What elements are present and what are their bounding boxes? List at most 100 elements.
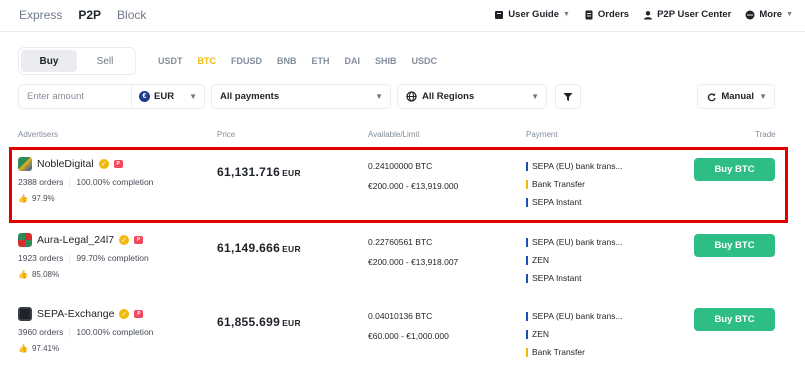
payments-label: All payments <box>220 91 280 102</box>
tab-p2p[interactable]: P2P <box>78 8 101 22</box>
p2p-user-center-link[interactable]: P2P User Center <box>643 9 731 20</box>
avatar <box>18 233 32 247</box>
table-row: Aura-Legal_24l7 ✓ P 1923 orders 99.70% c… <box>18 233 778 303</box>
advertiser-name[interactable]: Aura-Legal_24l7 <box>37 234 114 246</box>
payment-color-bar <box>526 347 528 357</box>
payment-method: SEPA (EU) bank trans... <box>526 237 623 247</box>
available-amount: 0.04010136 BTC <box>368 311 433 321</box>
payment-color-bar <box>526 329 528 339</box>
asset-eth[interactable]: ETH <box>312 56 330 66</box>
rating: 85.08% <box>31 270 60 279</box>
sort-label: Manual <box>721 91 755 102</box>
sort-select[interactable]: Manual ▼ <box>697 84 775 109</box>
limit-range: €60.000 - €1,000.000 <box>368 331 449 341</box>
table-row: SEPA-Exchange ✓ P 3960 orders 100.00% co… <box>18 307 778 369</box>
amount-input[interactable] <box>19 91 131 102</box>
user-guide-link[interactable]: User Guide ▼ <box>494 9 570 20</box>
funnel-icon <box>563 92 573 101</box>
more-dots-icon <box>745 10 755 19</box>
price-value: 61,855.699 <box>217 315 281 329</box>
buy-btc-button[interactable]: Buy BTC <box>694 234 775 257</box>
mode-tabs: Express P2P Block <box>19 8 146 22</box>
buy-btc-button[interactable]: Buy BTC <box>694 308 775 331</box>
advertiser-info: Aura-Legal_24l7 ✓ P 1923 orders 99.70% c… <box>18 233 149 279</box>
eur-flag-icon: € <box>139 91 150 102</box>
asset-selector: USDT BTC FDUSD BNB ETH DAI SHIB USDC <box>158 56 437 66</box>
refresh-icon <box>707 92 716 101</box>
payment-method: ZEN <box>526 329 623 339</box>
pro-badge-icon: P <box>134 236 144 244</box>
available-amount: 0.22760561 BTC <box>368 237 433 247</box>
thumbs-up-icon: 👍 <box>18 344 28 353</box>
payment-color-bar <box>526 311 528 321</box>
tab-block[interactable]: Block <box>117 8 146 22</box>
asset-btc[interactable]: BTC <box>198 56 217 66</box>
order-count: 1923 orders <box>18 253 64 263</box>
payment-color-bar <box>526 237 528 247</box>
stat-divider <box>69 253 71 263</box>
chevron-down-icon: ▼ <box>759 92 767 101</box>
price-currency: EUR <box>282 244 301 254</box>
price: 61,149.666 EUR <box>217 241 301 255</box>
payments-select[interactable]: All payments ▼ <box>211 84 391 109</box>
asset-dai[interactable]: DAI <box>345 56 361 66</box>
limit-range: €200.000 - €13,918.007 <box>368 257 459 267</box>
header-price: Price <box>217 130 236 139</box>
nav-links: User Guide ▼ Orders P2P User Center More… <box>494 9 793 20</box>
currency-select[interactable]: € EUR ▼ <box>132 91 204 102</box>
chevron-down-icon: ▼ <box>562 11 570 18</box>
header-payment: Payment <box>526 130 558 139</box>
payment-color-bar <box>526 273 528 283</box>
more-label: More <box>759 9 783 20</box>
currency-label: EUR <box>154 91 175 102</box>
payment-method: SEPA (EU) bank trans... <box>526 311 623 321</box>
order-count: 3960 orders <box>18 327 64 337</box>
payment-methods: SEPA (EU) bank trans... ZEN SEPA Instant <box>526 237 623 291</box>
orders-icon <box>585 10 593 19</box>
price-currency: EUR <box>282 318 301 328</box>
pro-badge-icon: P <box>134 310 144 318</box>
asset-usdt[interactable]: USDT <box>158 56 183 66</box>
completion-rate: 99.70% completion <box>76 253 149 263</box>
advertiser-info: SEPA-Exchange ✓ P 3960 orders 100.00% co… <box>18 307 153 353</box>
chevron-down-icon: ▼ <box>786 11 793 18</box>
verified-check-icon: ✓ <box>119 309 130 319</box>
verified-check-icon: ✓ <box>119 235 130 245</box>
price: 61,855.699 EUR <box>217 315 301 329</box>
header-advertisers: Advertisers <box>18 130 59 139</box>
regions-select[interactable]: All Regions ▼ <box>397 84 547 109</box>
avatar <box>18 307 32 321</box>
highlight-annotation-box <box>9 147 788 223</box>
sell-toggle-button[interactable]: Sell <box>77 50 133 72</box>
book-icon <box>495 10 504 19</box>
header-trade: Trade <box>755 130 776 139</box>
filter-button[interactable] <box>555 84 581 109</box>
availability: 0.22760561 BTC €200.000 - €13,918.007 <box>368 237 458 267</box>
buy-sell-toggle: Buy Sell <box>18 47 136 75</box>
regions-label: All Regions <box>422 91 475 102</box>
asset-fdusd[interactable]: FDUSD <box>231 56 262 66</box>
header-available-limit: Available/Limit <box>368 130 420 139</box>
orders-label: Orders <box>597 9 630 20</box>
payment-method: ZEN <box>526 255 623 265</box>
payment-methods: SEPA (EU) bank trans... ZEN Bank Transfe… <box>526 311 623 365</box>
advertiser-name[interactable]: SEPA-Exchange <box>37 308 114 320</box>
availability: 0.04010136 BTC €60.000 - €1,000.000 <box>368 311 449 341</box>
chevron-down-icon: ▼ <box>531 92 539 101</box>
orders-link[interactable]: Orders <box>584 9 629 20</box>
rating: 97.41% <box>31 344 60 353</box>
asset-usdc[interactable]: USDC <box>412 56 438 66</box>
asset-shib[interactable]: SHIB <box>375 56 397 66</box>
stat-divider <box>69 327 71 337</box>
user-guide-label: User Guide <box>508 9 559 20</box>
more-menu[interactable]: More ▼ <box>745 9 793 20</box>
asset-bnb[interactable]: BNB <box>277 56 297 66</box>
top-navigation: Express P2P Block User Guide ▼ Orders P2… <box>0 0 805 30</box>
price-value: 61,149.666 <box>217 241 281 255</box>
buy-toggle-button[interactable]: Buy <box>21 50 77 72</box>
tab-express[interactable]: Express <box>19 8 62 22</box>
payment-color-bar <box>526 255 528 265</box>
completion-rate: 100.00% completion <box>76 327 154 337</box>
nav-divider <box>0 31 805 32</box>
chevron-down-icon: ▼ <box>189 92 197 101</box>
